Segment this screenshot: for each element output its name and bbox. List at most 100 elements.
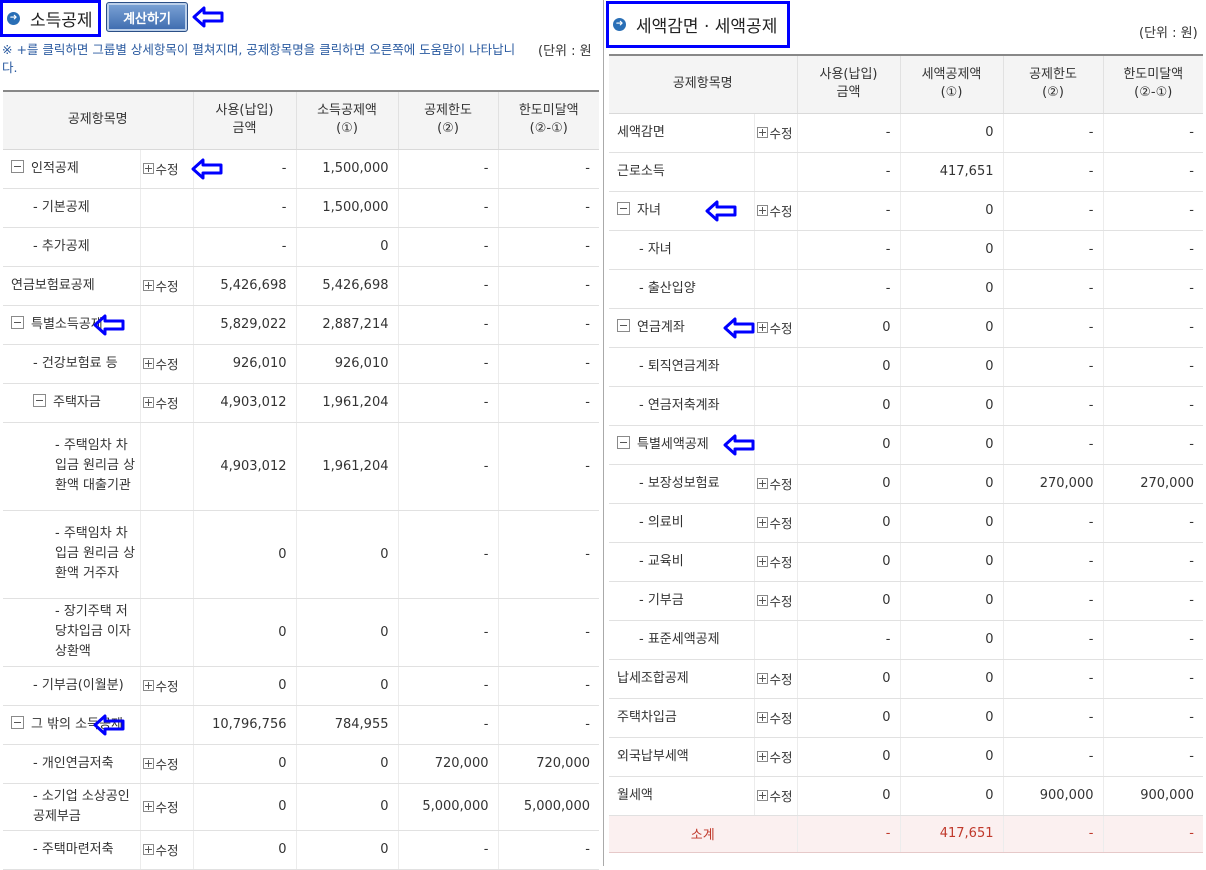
value-deduct: 0 bbox=[899, 698, 1003, 738]
edit-button[interactable]: 수정 bbox=[756, 789, 793, 804]
edit-button[interactable]: 수정 bbox=[142, 843, 179, 858]
table-row: 특별세액공제 0 0- - bbox=[609, 425, 1203, 465]
notice-text: ※ +를 클릭하면 그룹별 상세항목이 펼쳐지며, 공제항목명을 클릭하면 오른… bbox=[2, 42, 516, 75]
edit-button[interactable]: 수정 bbox=[756, 672, 793, 687]
deduction-item-name[interactable]: - 기부금 bbox=[609, 581, 754, 621]
edit-cell: 수정 bbox=[753, 698, 797, 738]
deduction-item-name[interactable]: - 출산입양 bbox=[609, 269, 754, 309]
deduction-item-name[interactable]: - 보장성보험료 bbox=[609, 464, 754, 504]
value-limit: - bbox=[1002, 737, 1103, 777]
value-paid: 0 bbox=[192, 510, 296, 599]
deduction-item-name[interactable]: 월세액 bbox=[609, 776, 754, 816]
column-header: 한도미달액 (②-①) bbox=[1102, 55, 1203, 114]
deduction-item-name[interactable]: - 기부금(이월분) bbox=[3, 666, 140, 706]
collapse-icon[interactable] bbox=[617, 318, 630, 332]
deduction-item-name[interactable]: - 주택임차 차입금 원리금 상환액 거주자 bbox=[3, 510, 140, 599]
edit-button[interactable]: 수정 bbox=[756, 204, 793, 219]
edit-button[interactable]: 수정 bbox=[142, 396, 179, 411]
deduction-item-name[interactable]: 주택자금 bbox=[3, 383, 140, 423]
item-label: - 출산입양 bbox=[639, 280, 696, 296]
collapse-icon[interactable] bbox=[33, 393, 46, 407]
tax-credit-title: ➜ 세액감면 · 세액공제 bbox=[606, 1, 790, 48]
edit-button[interactable]: 수정 bbox=[142, 357, 179, 372]
value-deduct: 1,961,204 bbox=[295, 383, 398, 423]
value-under: - bbox=[1102, 425, 1203, 465]
edit-button[interactable]: 수정 bbox=[142, 279, 179, 294]
table-row: - 기본공제 -1,500,000- - bbox=[3, 188, 599, 228]
deduction-item-name[interactable]: - 의료비 bbox=[609, 503, 754, 543]
edit-button[interactable]: 수정 bbox=[756, 711, 793, 726]
table-row: - 장기주택 저당차입금 이자상환액 0 0- - bbox=[3, 598, 599, 667]
deduction-item-name[interactable]: - 주택마련저축 bbox=[3, 830, 140, 870]
value-limit: - bbox=[1002, 191, 1103, 231]
deduction-item-name[interactable]: - 표준세액공제 bbox=[609, 620, 754, 660]
edit-button[interactable]: 수정 bbox=[756, 594, 793, 609]
deduction-item-name[interactable]: 주택차입금 bbox=[609, 698, 754, 738]
value-under: - bbox=[497, 598, 599, 667]
deduction-item-name[interactable]: 납세조합공제 bbox=[609, 659, 754, 699]
value-under: - bbox=[1102, 737, 1203, 777]
deduction-item-name[interactable]: - 추가공제 bbox=[3, 227, 140, 267]
value-under: - bbox=[497, 188, 599, 228]
deduction-item-name[interactable]: - 교육비 bbox=[609, 542, 754, 582]
edit-button[interactable]: 수정 bbox=[756, 477, 793, 492]
edit-button[interactable]: 수정 bbox=[756, 750, 793, 765]
collapse-icon[interactable] bbox=[617, 435, 630, 449]
deduction-item-name[interactable]: - 주택임차 차입금 원리금 상환액 대출기관 bbox=[3, 422, 140, 511]
value-limit: - bbox=[397, 510, 498, 599]
table-row: 자녀 수정 -0- - bbox=[609, 191, 1203, 231]
collapse-icon[interactable] bbox=[11, 315, 24, 329]
item-label: 근로소득 bbox=[617, 163, 665, 179]
deduction-item-name[interactable]: 연금보험료공제 bbox=[3, 266, 140, 306]
edit-button[interactable]: 수정 bbox=[756, 555, 793, 570]
value-under: - bbox=[1102, 620, 1203, 660]
deduction-item-name[interactable]: - 자녀 bbox=[609, 230, 754, 270]
deduction-item-name[interactable]: - 건강보험료 등 bbox=[3, 344, 140, 384]
edit-cell bbox=[139, 510, 193, 599]
value-under: - bbox=[497, 830, 599, 870]
value-paid: - bbox=[192, 227, 296, 267]
deduction-item-name[interactable]: - 소기업 소상공인 공제부금 bbox=[3, 783, 140, 831]
edit-button[interactable]: 수정 bbox=[142, 757, 179, 772]
deduction-item-name[interactable]: - 장기주택 저당차입금 이자상환액 bbox=[3, 598, 140, 667]
collapse-icon[interactable] bbox=[617, 201, 630, 215]
value-limit: 270,000 bbox=[1002, 464, 1103, 504]
bullet-arrow-icon: ➜ bbox=[613, 18, 626, 31]
edit-button[interactable]: 수정 bbox=[756, 126, 793, 141]
deduction-item-name[interactable]: - 기본공제 bbox=[3, 188, 140, 228]
deduction-item-name[interactable]: 세액감면 bbox=[609, 113, 754, 153]
column-header: 공제항목명 bbox=[3, 91, 193, 150]
edit-cell bbox=[753, 620, 797, 660]
edit-button[interactable]: 수정 bbox=[142, 800, 179, 815]
edit-cell: 수정 bbox=[753, 737, 797, 777]
plus-icon bbox=[142, 163, 154, 174]
edit-button[interactable]: 수정 bbox=[142, 162, 179, 177]
value-under: 720,000 bbox=[497, 744, 599, 784]
deduction-item-name[interactable]: 인적공제 bbox=[3, 149, 140, 189]
calculate-button[interactable]: 계산하기 bbox=[106, 2, 188, 32]
value-under: - bbox=[1102, 698, 1203, 738]
collapse-icon[interactable] bbox=[11, 159, 24, 173]
collapse-icon[interactable] bbox=[11, 715, 24, 729]
value-paid: 0 bbox=[192, 783, 296, 831]
deduction-item-name[interactable]: 외국납부세액 bbox=[609, 737, 754, 777]
edit-label: 수정 bbox=[155, 757, 179, 772]
item-label: - 소기업 소상공인 공제부금 bbox=[33, 788, 130, 824]
deduction-item-name[interactable]: - 퇴직연금계좌 bbox=[609, 347, 754, 387]
value-under: - bbox=[497, 422, 599, 511]
edit-cell bbox=[139, 598, 193, 667]
edit-button[interactable]: 수정 bbox=[756, 321, 793, 336]
deduction-item-name[interactable]: - 개인연금저축 bbox=[3, 744, 140, 784]
deduction-item-name[interactable]: - 연금저축계좌 bbox=[609, 386, 754, 426]
pointer-arrow-icon bbox=[705, 200, 736, 221]
deduction-item-name[interactable]: 근로소득 bbox=[609, 152, 754, 192]
edit-button[interactable]: 수정 bbox=[142, 679, 179, 694]
edit-label: 수정 bbox=[769, 672, 793, 687]
value-deduct: 0 bbox=[899, 230, 1003, 270]
edit-button[interactable]: 수정 bbox=[756, 516, 793, 531]
edit-cell: 수정 bbox=[139, 383, 193, 423]
value-deduct: 0 bbox=[899, 347, 1003, 387]
plus-icon bbox=[756, 556, 768, 567]
edit-label: 수정 bbox=[769, 126, 793, 141]
value-under: - bbox=[497, 705, 599, 745]
